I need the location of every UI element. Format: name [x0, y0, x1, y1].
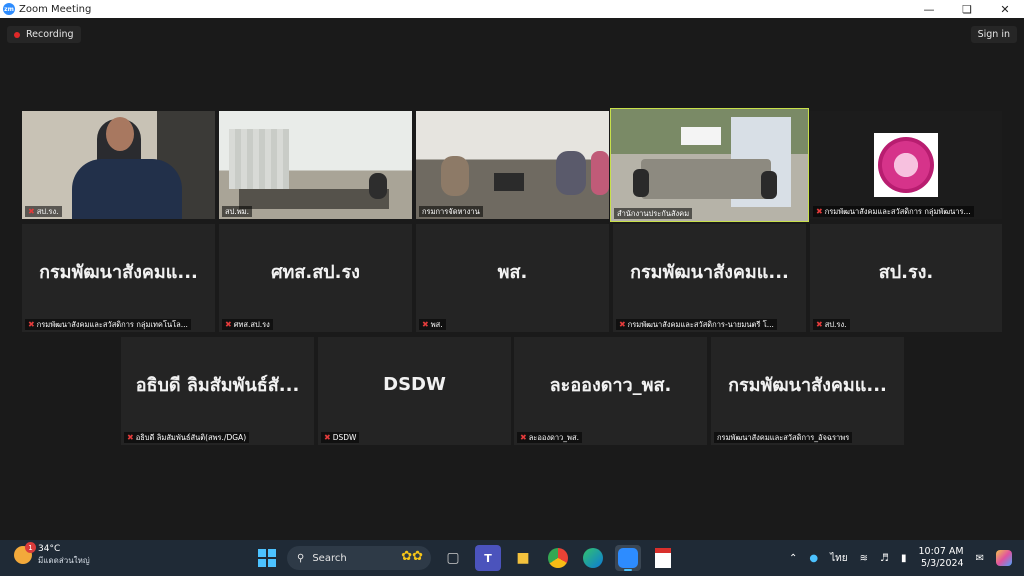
recording-indicator[interactable]: Recording — [7, 26, 81, 43]
zoom-icon[interactable] — [615, 545, 641, 571]
record-dot-icon — [14, 31, 20, 38]
participant-name: ✖ DSDW — [321, 432, 360, 443]
participant-name: กรมการจัดหางาน — [419, 206, 483, 217]
microphone-icon[interactable]: ● — [809, 553, 818, 564]
name-tile[interactable]: กรมพัฒนาสังคมแ... กรมพัฒนาสังคมและสวัสดิ… — [711, 337, 904, 445]
sun-icon: 1 — [14, 542, 36, 564]
participant-name: ✖ สป.รง. — [25, 206, 62, 217]
participant-name: ✖ อธิบดี ลิมสัมพันธ์สันติ(สพร./DGA) — [124, 432, 250, 443]
participant-name: ✖ สป.รง. — [813, 319, 850, 330]
participant-display-name: กรมพัฒนาสังคมแ... — [728, 374, 887, 396]
video-tile[interactable]: ✖ กรมพัฒนาสังคมและสวัสดิการ กลุ่มพัฒนาร..… — [810, 111, 1002, 219]
mic-muted-icon: ✖ — [816, 319, 823, 329]
mic-muted-icon: ✖ — [520, 432, 527, 442]
weather-temperature: 34°C — [38, 544, 61, 554]
participant-name: ✖ กรมพัฒนาสังคมและสวัสดิการ กลุ่มพัฒนาร..… — [813, 206, 974, 217]
restore-button[interactable]: ❏ — [948, 0, 986, 18]
taskbar: 1 34°C มีแดดส่วนใหญ่ ⚲ Search ✿✿ ▢ T ■ ⌃… — [0, 540, 1024, 576]
teams-icon[interactable]: T — [475, 545, 501, 571]
name-tile[interactable]: ละอองดาว_พส. ✖ ละอองดาว_พส. — [514, 337, 707, 445]
clock[interactable]: 10:07 AM 5/3/2024 — [919, 546, 964, 570]
participant-display-name: ศทส.สป.รง — [271, 261, 360, 283]
zoom-app-icon: zm — [3, 3, 15, 15]
clock-time: 10:07 AM — [918, 546, 964, 557]
search-label: Search — [312, 552, 347, 564]
window-title: Zoom Meeting — [19, 3, 92, 15]
participant-name: ✖ ศทส.สป.รง — [222, 319, 273, 330]
participant-display-name: พส. — [497, 261, 528, 283]
mic-muted-icon: ✖ — [127, 432, 134, 442]
video-tile[interactable]: สป.พม. — [219, 111, 412, 219]
name-tile[interactable]: กรมพัฒนาสังคมแ... ✖ กรมพัฒนาสังคมและสวัสด… — [22, 224, 215, 332]
participant-display-name: กรมพัฒนาสังคมแ... — [630, 261, 789, 283]
department-seal-icon — [874, 133, 938, 197]
flower-icon: ✿✿ — [401, 549, 423, 564]
chevron-up-icon[interactable]: ⌃ — [789, 553, 797, 564]
notification-badge: 1 — [25, 542, 36, 553]
name-tile[interactable]: พส. ✖ พส. — [416, 224, 609, 332]
video-feed — [219, 111, 412, 219]
weather-widget[interactable]: 1 34°C มีแดดส่วนใหญ่ — [14, 542, 90, 566]
sign-in-button[interactable]: Sign in — [970, 26, 1017, 43]
mic-muted-icon: ✖ — [28, 206, 35, 216]
mic-muted-icon: ✖ — [619, 319, 626, 329]
title-bar: zm Zoom Meeting — ❏ ✕ — [0, 0, 1024, 18]
copilot-icon[interactable] — [996, 550, 1012, 566]
participant-name: ✖ กรมพัฒนาสังคมและสวัสดิการ กลุ่มเทคโนโล.… — [25, 319, 191, 330]
mic-muted-icon: ✖ — [324, 432, 331, 442]
mic-muted-icon: ✖ — [28, 319, 35, 329]
participant-name: สำนักงานประกันสังคม — [614, 208, 693, 219]
name-tile[interactable]: สป.รง. ✖ สป.รง. — [810, 224, 1002, 332]
participant-display-name: DSDW — [383, 373, 446, 395]
recording-label: Recording — [26, 29, 74, 40]
video-feed — [611, 109, 808, 221]
participant-name: กรมพัฒนาสังคมและสวัสดิการ_อัจฉราพร — [714, 432, 853, 443]
participant-display-name: อธิบดี ลิมสัมพันธ์สั... — [135, 374, 300, 396]
video-tile[interactable]: กรมการจัดหางาน — [416, 111, 609, 219]
participant-display-name: ละอองดาว_พส. — [549, 374, 672, 396]
battery-icon[interactable]: ▮ — [901, 553, 907, 564]
participant-name: ✖ กรมพัฒนาสังคมและสวัสดิการ-นายมนตรี โ... — [616, 319, 777, 330]
participant-name: สป.พม. — [222, 206, 252, 217]
participant-display-name: สป.รง. — [878, 261, 934, 283]
name-tile[interactable]: กรมพัฒนาสังคมแ... ✖ กรมพัฒนาสังคมและสวัสด… — [613, 224, 806, 332]
video-feed — [416, 111, 609, 219]
name-tile[interactable]: DSDW ✖ DSDW — [318, 337, 511, 445]
participant-display-name: กรมพัฒนาสังคมแ... — [39, 261, 198, 283]
start-button[interactable] — [256, 547, 278, 569]
name-tile[interactable]: อธิบดี ลิมสัมพันธ์สั... ✖ อธิบดี ลิมสัมพั… — [121, 337, 314, 445]
video-feed — [22, 111, 215, 219]
taskbar-search[interactable]: ⚲ Search ✿✿ — [287, 546, 431, 570]
mic-muted-icon: ✖ — [816, 206, 823, 216]
participant-name: ✖ ละอองดาว_พส. — [517, 432, 582, 443]
name-tile[interactable]: ศทส.สป.รง ✖ ศทส.สป.รง — [219, 224, 412, 332]
pdf-icon[interactable] — [650, 545, 676, 571]
chrome-icon[interactable] — [545, 545, 571, 571]
close-button[interactable]: ✕ — [986, 0, 1024, 18]
notification-bell-icon[interactable]: ✉ — [976, 553, 984, 564]
edge-icon[interactable] — [580, 545, 606, 571]
minimize-button[interactable]: — — [910, 0, 948, 18]
mic-muted-icon: ✖ — [225, 319, 232, 329]
input-language[interactable]: ไทย — [830, 551, 847, 566]
mic-muted-icon: ✖ — [422, 319, 429, 329]
speaker-icon[interactable]: ♬ — [880, 553, 889, 564]
video-tile[interactable]: ✖ สป.รง. — [22, 111, 215, 219]
participant-name: ✖ พส. — [419, 319, 446, 330]
file-explorer-icon[interactable]: ▢ — [440, 545, 466, 571]
weather-description: มีแดดส่วนใหญ่ — [38, 556, 90, 565]
video-feed — [810, 111, 1002, 219]
search-icon: ⚲ — [297, 552, 305, 564]
wifi-icon[interactable]: ≋ — [860, 553, 868, 564]
video-tile-active-speaker[interactable]: สำนักงานประกันสังคม — [610, 108, 809, 222]
clock-date: 5/3/2024 — [920, 558, 964, 569]
folder-icon[interactable]: ■ — [510, 545, 536, 571]
